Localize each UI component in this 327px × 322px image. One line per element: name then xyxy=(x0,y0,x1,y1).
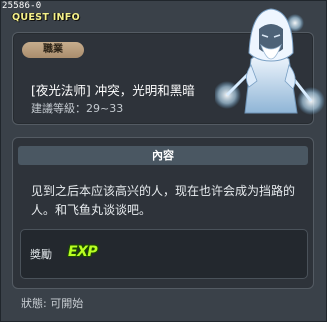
mage-npc-portrait-icon xyxy=(213,1,325,119)
quest-info-window: 25586-0 QUEST INFO 職業 [夜光法师] 冲突，光明和黑暗 建議… xyxy=(0,0,327,322)
exp-reward-icon: EXP xyxy=(68,244,98,260)
reward-box: 獎勵 EXP xyxy=(20,229,308,279)
quest-id: 25586-0 xyxy=(2,1,42,11)
reward-label: 獎勵 xyxy=(30,248,52,261)
job-tag: 職業 xyxy=(22,42,84,58)
quest-description-line: 人。和飞鱼丸谈谈吧。 xyxy=(31,203,152,217)
content-panel: 內容 见到之后本应该高兴的人，现在也许会成为挡路的 人。和飞鱼丸谈谈吧。 獎勵 … xyxy=(12,137,314,289)
window-title: QUEST INFO xyxy=(12,12,80,23)
quest-status: 狀態: 可開始 xyxy=(21,297,84,310)
quest-name: [夜光法师] 冲突，光明和黑暗 xyxy=(31,83,195,98)
quest-description: 见到之后本应该高兴的人，现在也许会成为挡路的 人。和飞鱼丸谈谈吧。 xyxy=(31,182,299,220)
recommended-level: 建議等級：29~33 xyxy=(31,102,124,115)
quest-description-line: 见到之后本应该高兴的人，现在也许会成为挡路的 xyxy=(31,184,296,198)
content-header: 內容 xyxy=(18,146,308,165)
